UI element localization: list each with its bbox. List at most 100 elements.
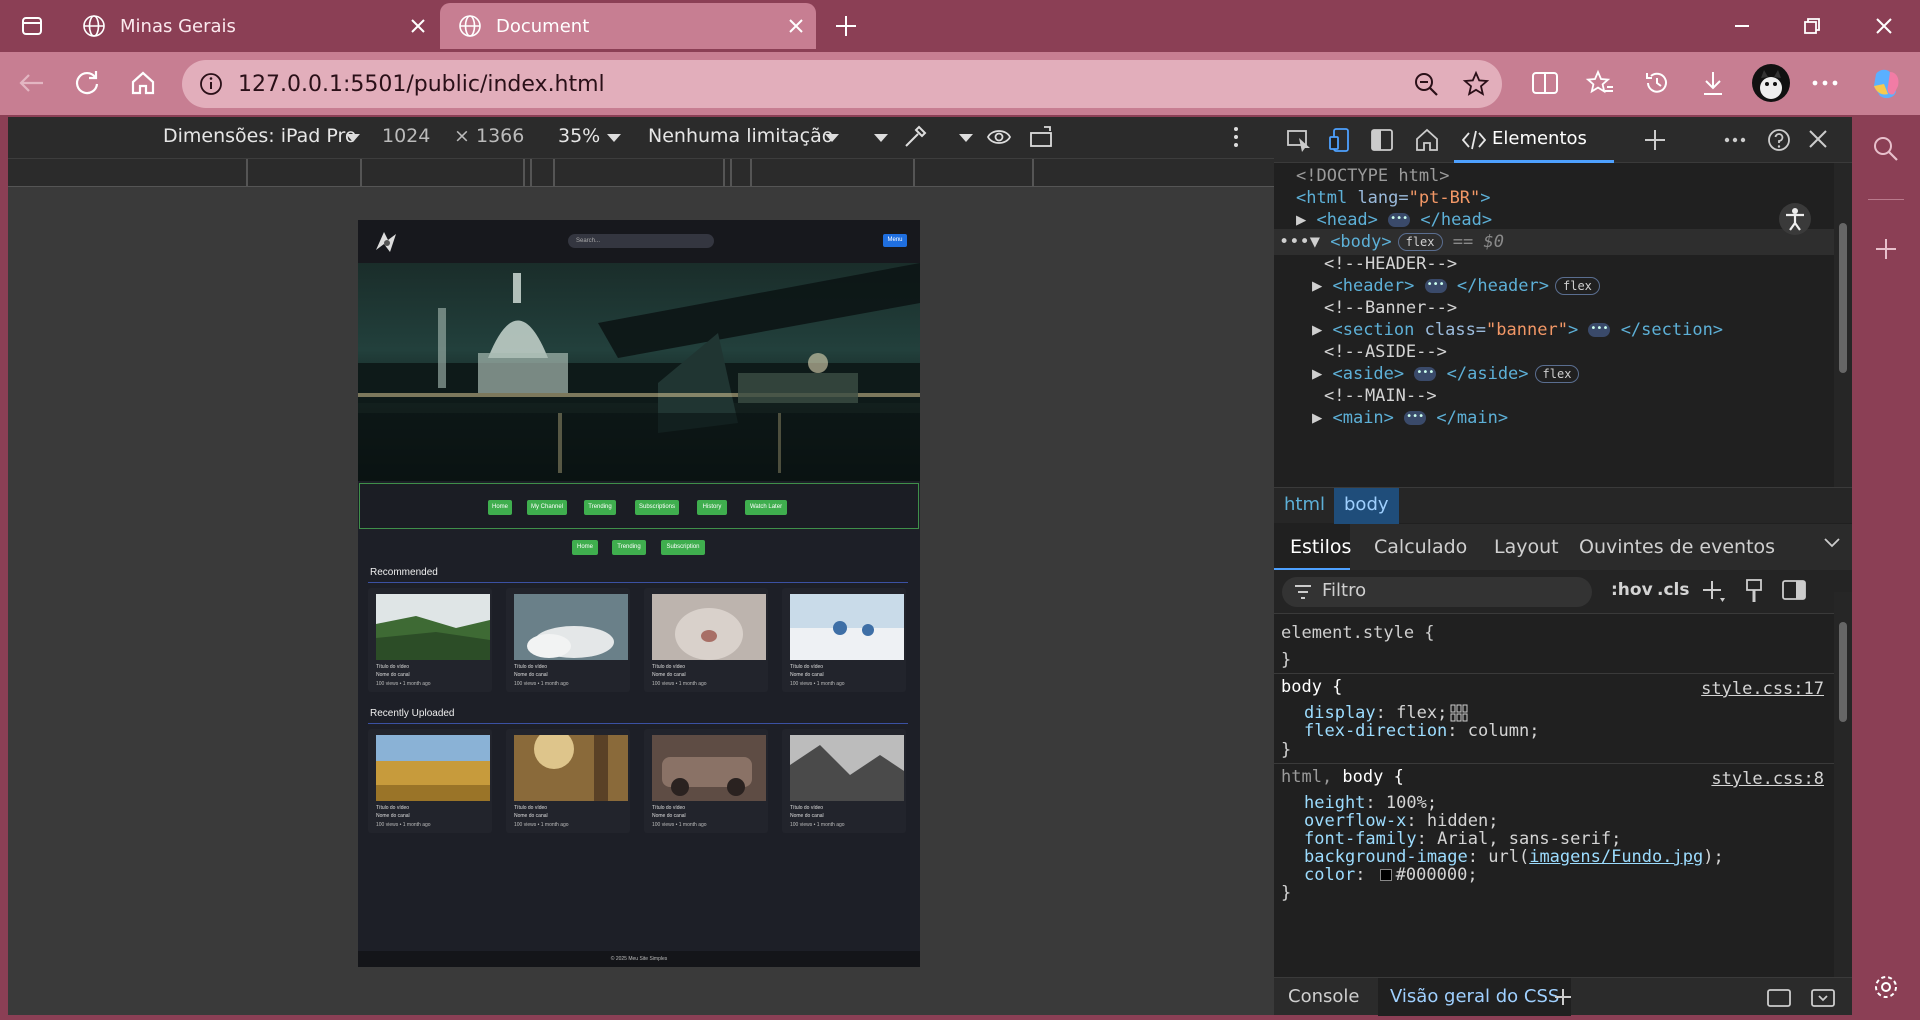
filter-input[interactable]: Filtro [1282,577,1592,607]
tab-actions-button[interactable] [4,0,60,52]
minimize-button[interactable] [1714,0,1770,52]
url-text[interactable]: 127.0.0.1:5501/public/index.html [238,72,605,97]
downloads-button[interactable] [1696,66,1730,100]
copilot-button[interactable] [1866,64,1906,104]
toggle-sidebar-icon[interactable] [1782,579,1806,601]
tab-event-listeners[interactable]: Ouvintes de eventos [1579,536,1775,558]
video-card[interactable]: Título do vídeo Nome do canal 100 views … [644,729,768,833]
cls-toggle[interactable]: .cls [1657,580,1689,600]
close-icon[interactable] [1808,129,1828,149]
tab-css-overview[interactable]: Visão geral do CSS [1378,978,1572,1016]
styles-scrollbar[interactable] [1834,592,1852,977]
video-card[interactable]: Título do vídeo Nome do canal 100 views … [368,588,492,692]
history-button[interactable] [1640,66,1674,100]
width-input[interactable]: 1024 [382,125,430,147]
nav-home-button[interactable]: Home [488,500,512,515]
zoom-select[interactable]: 35% [558,125,600,147]
css-declaration[interactable]: color: #000000; [1304,862,1478,888]
chevron-down-icon[interactable] [958,133,974,143]
tab-layout[interactable]: Layout [1494,536,1559,558]
site-logo-icon[interactable] [370,226,400,256]
color-swatch[interactable] [1379,869,1392,881]
address-bar[interactable]: 127.0.0.1:5501/public/index.html [182,60,1502,108]
hov-toggle[interactable]: :hov [1611,580,1653,600]
site-menu-button[interactable]: Menu [883,234,907,247]
channel-name: Nome do canal [514,813,548,819]
throttle-select[interactable]: Nenhuma limitação [648,125,833,147]
height-input[interactable]: 1366 [476,125,524,147]
dom-scrollbar[interactable] [1834,163,1852,487]
close-tab-icon[interactable] [776,6,816,46]
chevron-down-icon[interactable] [873,133,889,143]
site-search-input[interactable]: Search... [568,234,714,248]
device-select[interactable]: Dimensões: iPad Pro [163,125,356,147]
nav-subscriptions-button[interactable]: Subscriptions [635,500,679,515]
paint-brush-icon[interactable] [1744,578,1764,604]
vision-icon[interactable] [986,125,1012,149]
breadcrumb-html[interactable]: html [1284,494,1325,515]
new-tab-button[interactable] [818,0,874,52]
close-window-button[interactable] [1856,0,1912,52]
sub-trending-button[interactable]: Trending [612,540,646,555]
rule-body-selector[interactable]: body { [1281,674,1342,700]
site-info-icon[interactable] [198,71,224,97]
tab-title: Minas Gerais [120,15,236,37]
new-rule-icon[interactable] [1702,580,1726,604]
css-declaration[interactable]: flex-direction: column; [1304,718,1539,744]
drawer-dock-icon[interactable] [1766,988,1792,1008]
plus-icon[interactable] [1644,129,1666,151]
media-query-ruler[interactable] [8,158,1274,187]
zoom-button[interactable] [1412,70,1440,98]
nav-my-channel-button[interactable]: My Channel [527,500,567,515]
more-icon[interactable] [1724,137,1746,143]
home-button[interactable] [126,66,160,100]
plus-icon[interactable] [1554,988,1572,1006]
tab-styles[interactable]: Estilos [1274,524,1351,570]
video-card[interactable]: Título do vídeo Nome do canal 100 views … [782,588,906,692]
breadcrumb-body[interactable]: body [1334,488,1399,524]
profile-avatar[interactable] [1752,64,1790,102]
video-card[interactable]: Título do vídeo Nome do canal 100 views … [644,588,768,692]
plus-icon[interactable] [1874,237,1898,261]
video-card[interactable]: Título do vídeo Nome do canal 100 views … [506,588,630,692]
close-tab-icon[interactable] [398,6,438,46]
dom-line[interactable]: ▶ <main> ••• </main> [1312,405,1508,431]
sub-home-button[interactable]: Home [572,540,598,555]
video-card[interactable]: Título do vídeo Nome do canal 100 views … [506,729,630,833]
rule-htmlbody-selector[interactable]: html, body { [1281,764,1404,790]
split-screen-button[interactable] [1528,66,1562,100]
accessibility-button[interactable] [1779,203,1811,235]
inspect-icon[interactable] [1286,128,1312,152]
rotate-icon[interactable] [1028,125,1056,149]
tab-computed[interactable]: Calculado [1374,536,1467,558]
sub-subscription-button[interactable]: Subscription [661,540,705,555]
tab-document[interactable]: Document [440,3,816,49]
rule-body-source-link[interactable]: style.css:17 [1701,676,1824,702]
rule-element-style[interactable]: element.style { [1281,620,1435,646]
eyedropper-icon[interactable] [902,124,928,150]
favorite-button[interactable] [1462,70,1490,98]
welcome-home-icon[interactable] [1414,127,1440,153]
close-drawer-icon[interactable] [1810,988,1836,1008]
search-icon[interactable] [1872,135,1900,163]
refresh-button[interactable] [70,66,104,100]
device-emulation-icon[interactable] [1328,127,1354,153]
settings-menu-button[interactable] [1808,66,1842,100]
restore-button[interactable] [1784,0,1840,52]
nav-watch-later-button[interactable]: Watch Later [745,500,787,515]
video-card[interactable]: Título do vídeo Nome do canal 100 views … [368,729,492,833]
gear-icon[interactable] [1872,973,1900,1001]
more-vertical-icon[interactable] [1232,126,1240,148]
favorites-button[interactable] [1583,66,1617,100]
tab-console[interactable]: Console [1288,986,1359,1007]
nav-history-button[interactable]: History [697,500,727,515]
back-button[interactable] [14,66,48,100]
rule-htmlbody-source-link[interactable]: style.css:8 [1711,766,1824,792]
dock-icon[interactable] [1370,128,1394,152]
tab-elements[interactable]: Elementos [1454,117,1614,163]
video-card[interactable]: Título do vídeo Nome do canal 100 views … [782,729,906,833]
nav-trending-button[interactable]: Trending [584,500,616,515]
chevron-down-icon[interactable] [1824,538,1840,548]
help-icon[interactable] [1766,127,1792,153]
tab-minas-gerais[interactable]: Minas Gerais [64,3,438,49]
